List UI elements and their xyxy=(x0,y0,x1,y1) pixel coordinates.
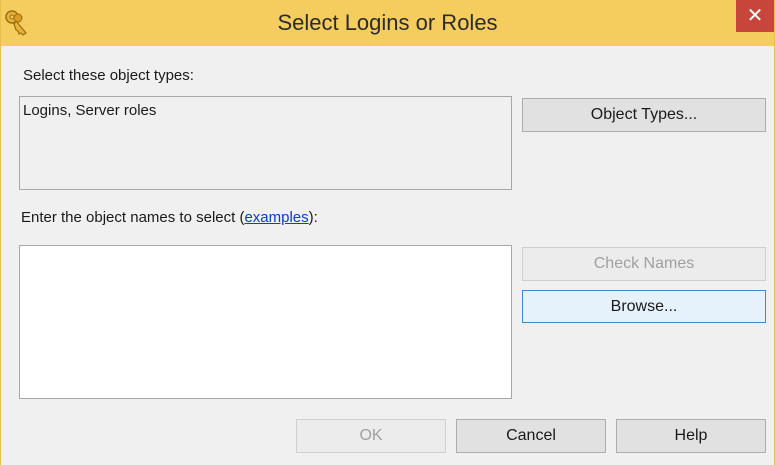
object-names-input[interactable] xyxy=(19,245,512,399)
browse-button[interactable]: Browse... xyxy=(522,290,766,323)
title-bar[interactable]: Select Logins or Roles ✕ xyxy=(1,0,774,46)
object-names-label-suffix: ): xyxy=(308,209,318,226)
object-names-label: Enter the object names to select (exampl… xyxy=(21,209,318,226)
select-logins-dialog: Select Logins or Roles ✕ Select these ob… xyxy=(0,0,775,465)
object-types-button[interactable]: Object Types... xyxy=(522,98,766,132)
cancel-button[interactable]: Cancel xyxy=(456,419,606,453)
object-types-label: Select these object types: xyxy=(23,67,194,84)
window-title: Select Logins or Roles xyxy=(277,10,498,35)
object-names-label-prefix: Enter the object names to select ( xyxy=(21,209,245,226)
object-types-value: Logins, Server roles xyxy=(23,102,157,119)
check-names-button[interactable]: Check Names xyxy=(522,247,766,281)
help-button[interactable]: Help xyxy=(616,419,766,453)
ok-button[interactable]: OK xyxy=(296,419,446,453)
examples-link[interactable]: examples xyxy=(244,209,308,226)
close-icon: ✕ xyxy=(746,5,764,27)
object-types-field: Logins, Server roles xyxy=(19,96,512,190)
close-button[interactable]: ✕ xyxy=(736,0,774,32)
